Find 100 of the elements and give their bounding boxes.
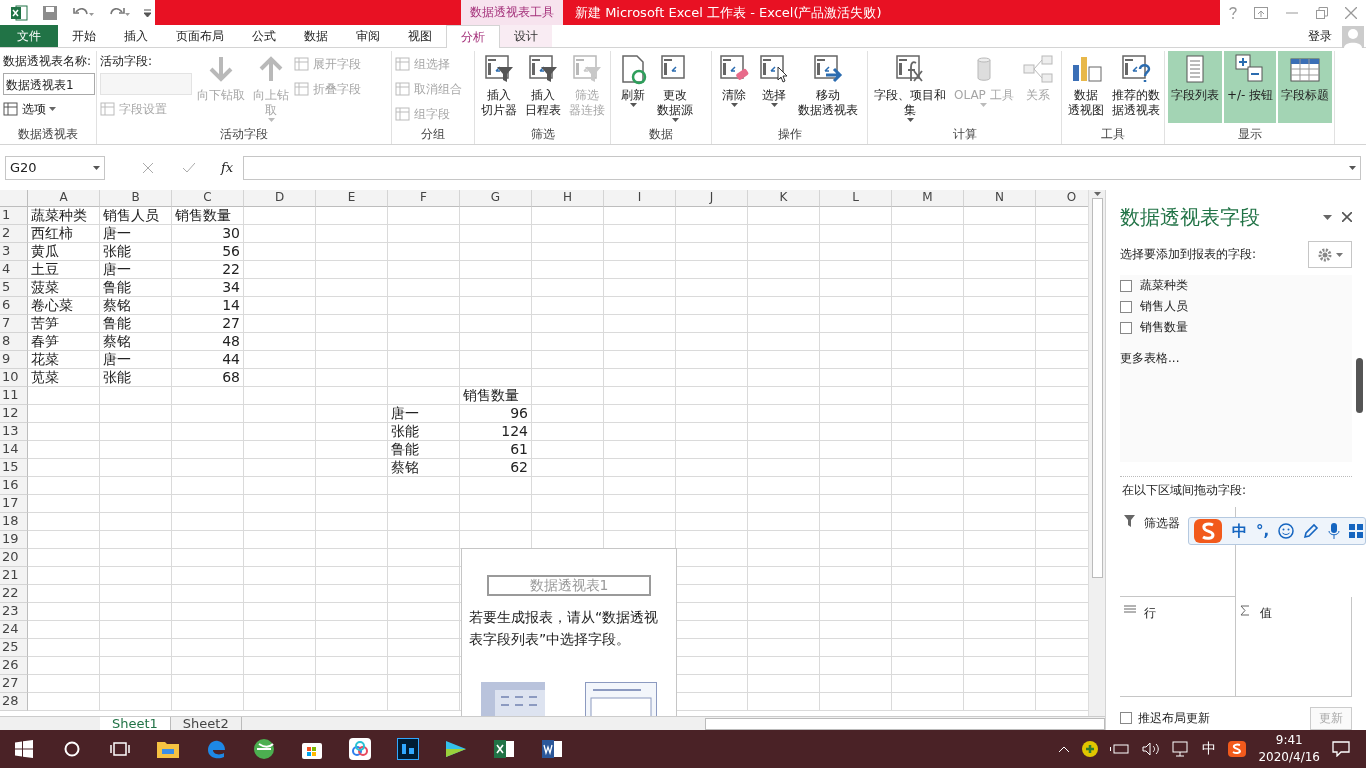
ribbon-button[interactable]: 清除 (715, 51, 753, 123)
ribbon-tab[interactable]: 公式 (238, 25, 290, 47)
column-header[interactable]: C (172, 190, 244, 207)
browser-icon[interactable] (205, 738, 227, 760)
row-header[interactable]: 3 (0, 243, 28, 261)
row-header[interactable]: 10 (0, 369, 28, 387)
row-header[interactable]: 12 (0, 405, 28, 423)
clock[interactable]: 9:41 2020/4/16 (1258, 732, 1320, 766)
ribbon-tab[interactable]: 审阅 (342, 25, 394, 47)
punctuation-toggle[interactable]: °, (1256, 522, 1270, 540)
folder-icon[interactable] (157, 740, 179, 758)
ribbon-button[interactable]: 选择 (755, 51, 793, 123)
more-tables-link[interactable]: 更多表格... (1120, 350, 1352, 368)
input-indicator[interactable]: 中 (1202, 740, 1217, 758)
checkbox[interactable] (1120, 321, 1132, 334)
row-header[interactable]: 24 (0, 621, 28, 639)
row-header[interactable]: 28 (0, 693, 28, 711)
help-icon[interactable] (1228, 6, 1237, 19)
sheet-tab[interactable]: Sheet1 (100, 717, 171, 730)
row-header[interactable]: 21 (0, 567, 28, 585)
input-field[interactable]: 数据透视表1 (3, 73, 95, 95)
row-header[interactable]: 7 (0, 315, 28, 333)
ribbon-button[interactable]: 更改 数据源 (654, 51, 696, 124)
globe-icon[interactable] (253, 738, 275, 760)
microphone-icon[interactable] (1328, 523, 1341, 539)
save-icon[interactable] (42, 4, 58, 21)
ribbon-tab[interactable]: 设计 (500, 25, 552, 47)
ribbon-button[interactable]: 插入 日程表 (522, 51, 564, 123)
row-header[interactable]: 18 (0, 513, 28, 531)
dropdown-icon[interactable] (1323, 214, 1332, 220)
ribbon-tab[interactable]: 文件 (0, 25, 58, 47)
checkbox[interactable] (1120, 279, 1132, 292)
ribbon-tab[interactable]: 分析 (446, 25, 500, 48)
chevron-up-icon[interactable] (1058, 745, 1071, 753)
ribbon-button[interactable]: 选项 (3, 98, 95, 120)
row-header[interactable]: 17 (0, 495, 28, 513)
ribbon-button[interactable]: +/- 按钮 (1224, 51, 1277, 123)
row-header[interactable]: 27 (0, 675, 28, 693)
close-icon[interactable] (1342, 212, 1352, 223)
row-header[interactable]: 6 (0, 297, 28, 315)
ribbon-button[interactable]: 刷新 (614, 51, 652, 123)
customize-icon[interactable] (144, 8, 151, 17)
ribbon-button[interactable]: 字段标题 (1278, 51, 1333, 123)
document-app-icon[interactable] (541, 738, 563, 760)
column-header[interactable]: L (820, 190, 892, 207)
ribbon-tab[interactable]: 视图 (394, 25, 446, 47)
column-header[interactable]: K (748, 190, 820, 207)
row-header[interactable]: 13 (0, 423, 28, 441)
ribbon-button[interactable]: 字段列表 (1168, 51, 1222, 123)
column-header[interactable]: E (316, 190, 388, 207)
ribbon-button[interactable]: 插入 切片器 (478, 51, 520, 123)
row-header[interactable]: 14 (0, 441, 28, 459)
cloud-icon[interactable] (349, 738, 371, 760)
scrollbar-thumb[interactable] (1356, 358, 1363, 413)
task-view-icon[interactable] (110, 742, 130, 756)
column-header[interactable]: I (604, 190, 676, 207)
settings-button[interactable] (1308, 241, 1352, 269)
ribbon-tab[interactable]: 插入 (110, 25, 162, 47)
sign-in-link[interactable]: 登录 (1308, 25, 1366, 47)
column-header[interactable]: N (964, 190, 1036, 207)
photo-editor-icon[interactable] (397, 738, 419, 760)
row-header[interactable]: 22 (0, 585, 28, 603)
column-header[interactable]: D (244, 190, 316, 207)
column-header[interactable]: A (28, 190, 100, 207)
restore-icon[interactable] (1315, 6, 1328, 19)
volume-icon[interactable] (1142, 742, 1161, 756)
column-header[interactable]: J (676, 190, 748, 207)
notification-icon[interactable] (1332, 741, 1350, 757)
ribbon-tab[interactable]: 数据 (290, 25, 342, 47)
row-header[interactable]: 16 (0, 477, 28, 495)
row-header[interactable]: 25 (0, 639, 28, 657)
ribbon-button[interactable]: 移动 数据透视表 (795, 51, 861, 123)
checkbox[interactable] (1120, 712, 1132, 725)
row-header[interactable]: 5 (0, 279, 28, 297)
smiley-icon[interactable] (1278, 523, 1295, 539)
ribbon-button[interactable]: 数据 透视图 (1065, 51, 1107, 123)
column-header[interactable]: F (388, 190, 460, 207)
battery-icon[interactable] (1110, 743, 1131, 755)
name-box[interactable]: G20 (5, 155, 105, 180)
column-header[interactable]: O (1036, 190, 1088, 207)
ime-mode[interactable]: 中 (1232, 521, 1247, 541)
row-header[interactable]: 4 (0, 261, 28, 279)
row-header[interactable]: 2 (0, 225, 28, 243)
row-header[interactable]: 15 (0, 459, 28, 477)
row-header[interactable]: 20 (0, 549, 28, 567)
network-icon[interactable] (1172, 741, 1191, 757)
ribbon-button[interactable]: 推荐的数 据透视表 (1109, 51, 1163, 123)
spreadsheet-app-icon[interactable] (493, 738, 515, 760)
row-header[interactable]: 8 (0, 333, 28, 351)
row-header[interactable]: 1 (0, 207, 28, 225)
row-header[interactable]: 9 (0, 351, 28, 369)
ime-logo-icon[interactable] (1228, 741, 1247, 757)
formula-input[interactable] (243, 155, 1361, 180)
start-icon[interactable] (15, 740, 33, 758)
horizontal-scrollbar[interactable] (705, 718, 1105, 730)
column-header[interactable]: H (532, 190, 604, 207)
video-player-icon[interactable] (444, 739, 468, 759)
ribbon-display-icon[interactable] (1254, 6, 1269, 19)
column-header[interactable]: B (100, 190, 172, 207)
security-icon[interactable] (1082, 741, 1099, 757)
